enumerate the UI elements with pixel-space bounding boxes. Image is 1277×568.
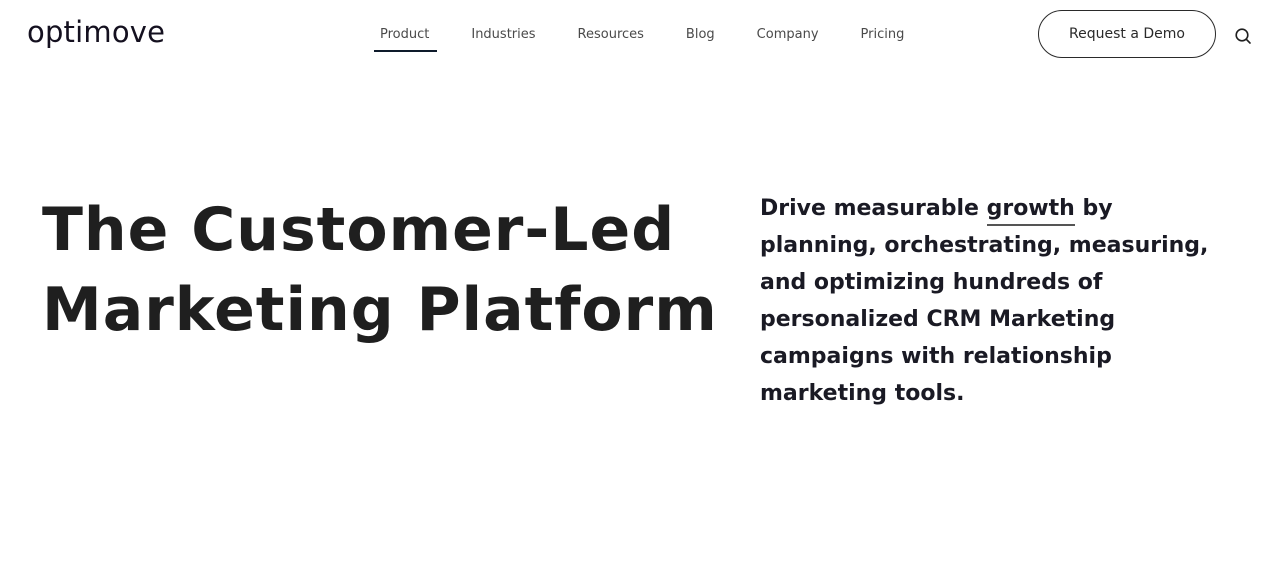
nav-item-resources[interactable]: Resources bbox=[578, 20, 644, 51]
nav-item-blog[interactable]: Blog bbox=[686, 20, 715, 51]
nav-item-industries[interactable]: Industries bbox=[471, 20, 535, 51]
search-icon[interactable] bbox=[1234, 27, 1252, 45]
subtitle-text-start: Drive measurable bbox=[760, 196, 987, 221]
nav-item-company[interactable]: Company bbox=[757, 20, 819, 51]
hero-title-line-1: The Customer-Led bbox=[42, 195, 676, 265]
request-demo-button[interactable]: Request a Demo bbox=[1038, 10, 1216, 58]
growth-highlight: growth bbox=[986, 190, 1076, 227]
hero-title: The Customer-Led Marketing Platform bbox=[42, 190, 718, 350]
subtitle-text-end: by planning, orchestrating, measuring, a… bbox=[760, 196, 1209, 406]
nav-item-pricing[interactable]: Pricing bbox=[861, 20, 905, 51]
site-header: optimove Product Industries Resources Bl… bbox=[0, 0, 1277, 70]
optimove-logo[interactable]: optimove bbox=[27, 14, 165, 50]
nav-item-product[interactable]: Product bbox=[374, 20, 438, 52]
hero-subtitle: Drive measurable growth by planning, orc… bbox=[760, 190, 1230, 412]
main-nav: Product Industries Resources Blog Compan… bbox=[374, 20, 946, 52]
hero-title-line-2: Marketing Platform bbox=[42, 275, 718, 345]
